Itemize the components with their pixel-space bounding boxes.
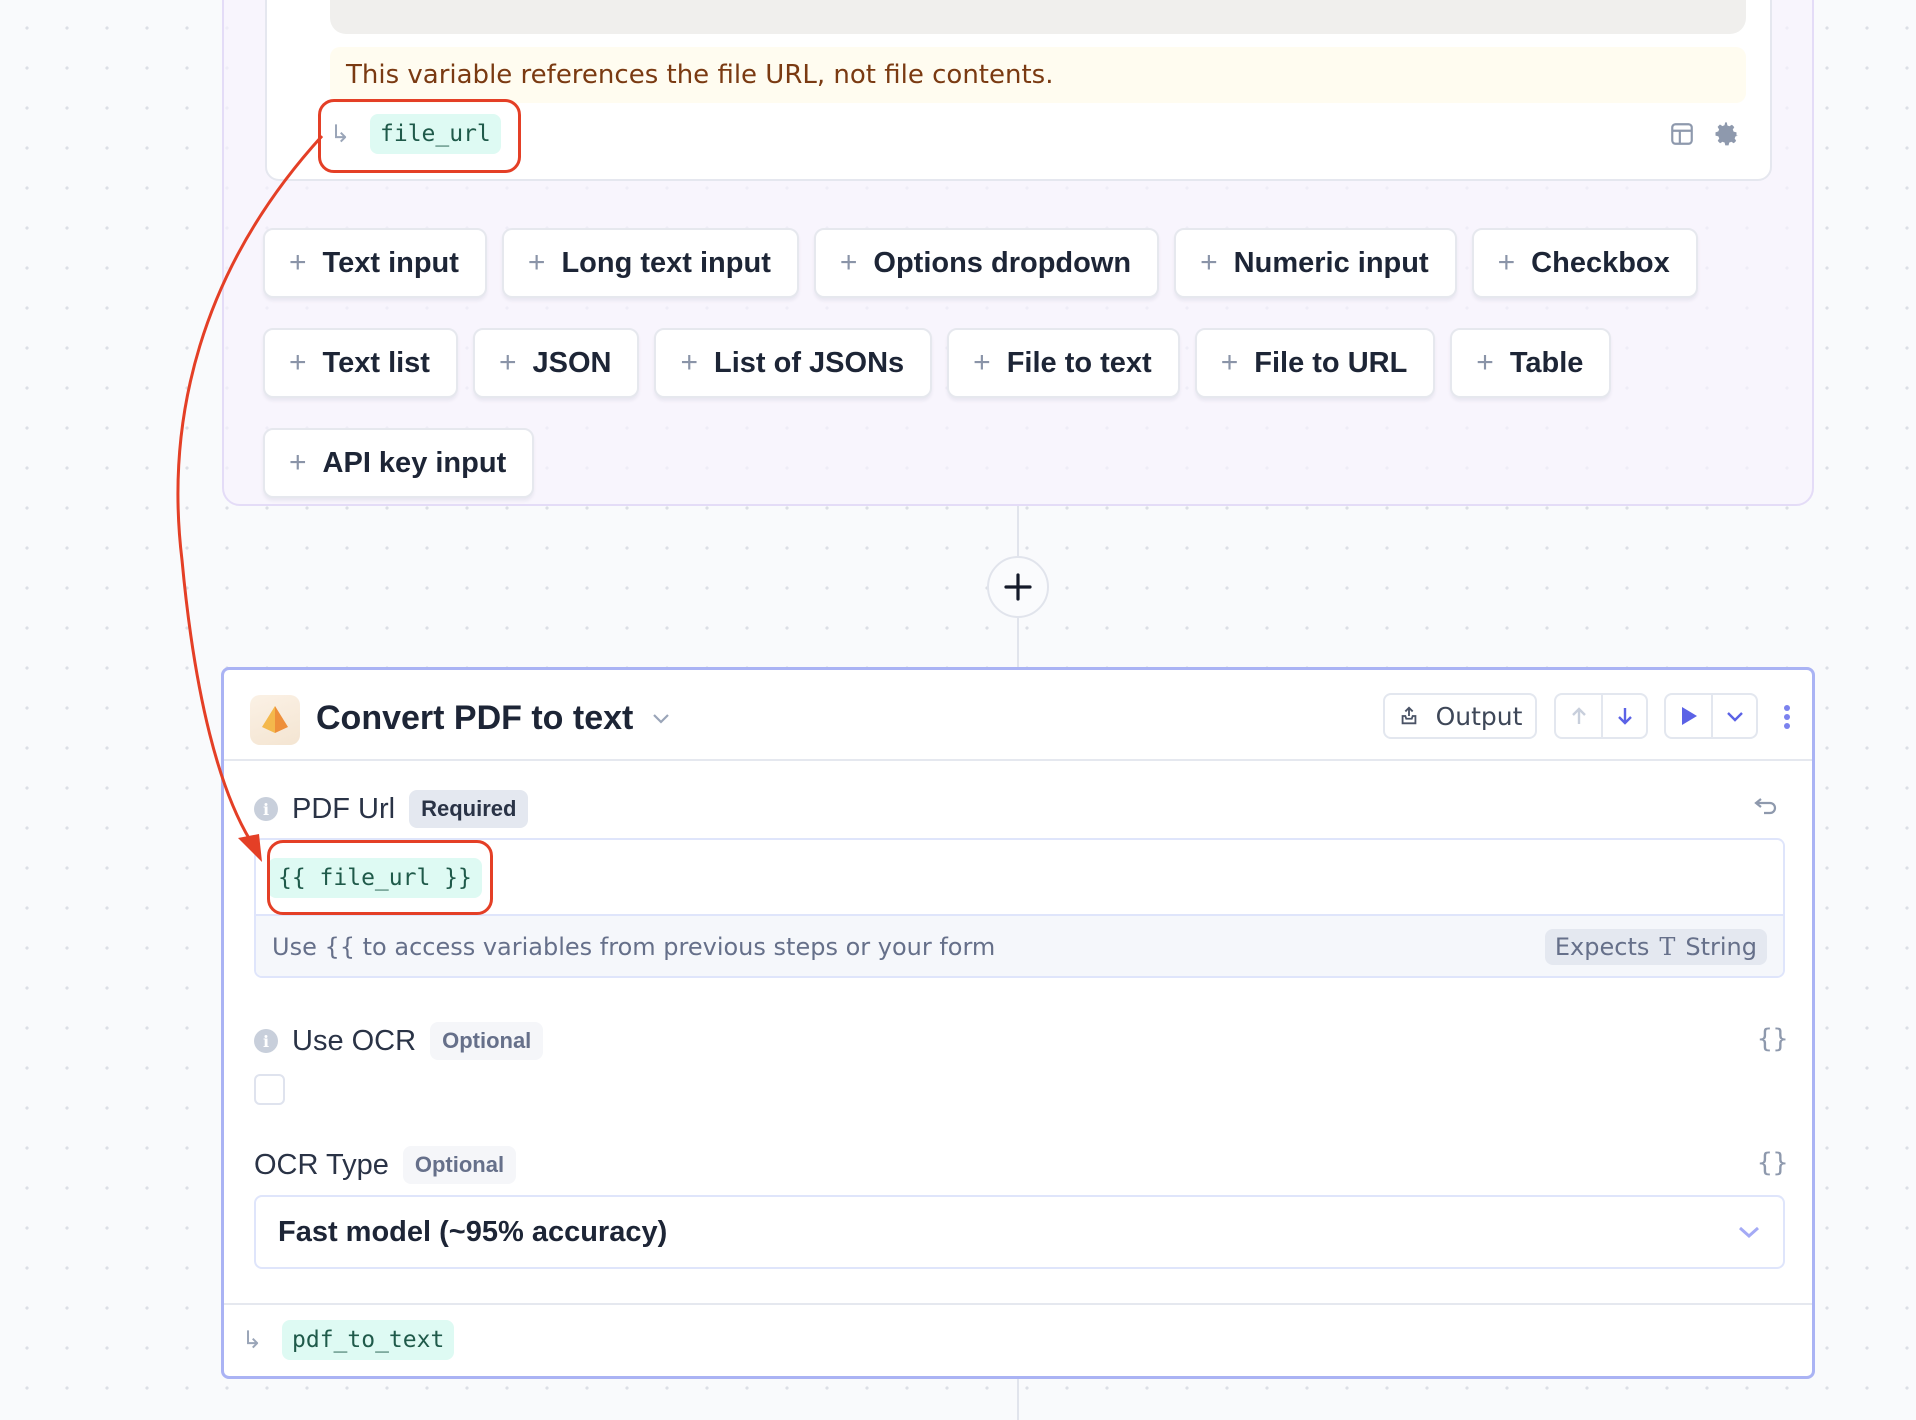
arrow-up-icon xyxy=(1571,707,1586,724)
use-ocr-checkbox[interactable] xyxy=(254,1074,285,1105)
variable-token[interactable]: {{ file_url }} xyxy=(268,858,482,898)
move-down-button[interactable] xyxy=(1601,695,1646,737)
plus-icon: + xyxy=(527,246,546,279)
arrow-down-icon xyxy=(1617,708,1632,725)
step-output-variable: ↳ pdf_to_text xyxy=(242,1320,455,1360)
step-header: Convert PDF to text Output xyxy=(224,670,1812,761)
plus-icon xyxy=(1004,573,1032,601)
pdf-url-hint-bar: Use {{ to access variables from previous… xyxy=(256,916,1783,976)
add-text-input-button[interactable]: + Text input xyxy=(263,228,487,298)
reset-icon[interactable] xyxy=(1752,795,1780,823)
add-file-to-text-button[interactable]: + File to text xyxy=(947,328,1180,398)
add-step-button[interactable] xyxy=(987,556,1049,618)
run-step-button[interactable] xyxy=(1666,695,1711,737)
add-long-text-input-button[interactable]: + Long text input xyxy=(501,228,799,298)
plus-icon: + xyxy=(973,346,991,379)
add-numeric-input-button[interactable]: + Numeric input xyxy=(1174,228,1457,298)
ocr-type-select[interactable]: Fast model (~95% accuracy) xyxy=(254,1195,1785,1269)
plus-icon: + xyxy=(839,246,858,279)
chevron-down-icon[interactable] xyxy=(651,711,671,725)
optional-badge: Optional xyxy=(430,1022,544,1060)
return-arrow-icon: ↳ xyxy=(242,1326,263,1354)
curly-braces-icon[interactable]: {} xyxy=(1757,1148,1788,1178)
file-field-variable: ↳ file_url xyxy=(330,113,501,155)
add-text-list-button[interactable]: + Text list xyxy=(263,328,458,398)
variable-chip[interactable]: file_url xyxy=(370,114,501,154)
plus-icon: + xyxy=(1497,246,1516,279)
return-arrow-icon: ↳ xyxy=(330,120,351,148)
pdf-url-input[interactable]: {{ file_url }} xyxy=(256,840,1783,916)
step-title[interactable]: Convert PDF to text xyxy=(316,694,671,742)
file-upload-preview xyxy=(330,0,1746,34)
plus-icon: + xyxy=(1200,246,1218,279)
add-list-of-jsons-button[interactable]: + List of JSONs xyxy=(654,328,933,398)
flow-connector xyxy=(1017,1379,1019,1420)
text-type-icon: T xyxy=(1659,933,1676,961)
required-badge: Required xyxy=(409,790,529,828)
optional-badge: Optional xyxy=(402,1146,517,1184)
file-url-notice: This variable references the file URL, n… xyxy=(330,47,1746,103)
table-icon[interactable] xyxy=(1668,120,1696,148)
output-variable-chip[interactable]: pdf_to_text xyxy=(282,1320,455,1360)
add-field-buttons: + Text input + Long text input + Options dr… xyxy=(263,228,1713,498)
field-card-actions xyxy=(1668,120,1740,148)
add-table-button[interactable]: + Table xyxy=(1450,328,1612,398)
expects-type-badge: Expects T String xyxy=(1544,929,1767,965)
plus-icon: + xyxy=(289,446,307,479)
ocr-type-label-row: OCR Type Optional xyxy=(254,1146,517,1184)
plus-icon: + xyxy=(289,246,307,279)
info-icon[interactable]: i xyxy=(254,797,278,821)
pdf-url-field: {{ file_url }} Use {{ to access variable… xyxy=(254,838,1785,978)
variable-hint: Use {{ to access variables from previous… xyxy=(272,933,996,961)
plus-icon: + xyxy=(289,346,307,379)
more-options-button[interactable] xyxy=(1772,694,1802,740)
pyramid-icon xyxy=(250,695,300,745)
chevron-down-icon xyxy=(1739,1226,1759,1239)
play-icon xyxy=(1681,707,1697,725)
chevron-down-icon xyxy=(1726,712,1743,722)
plus-icon: + xyxy=(680,346,699,379)
pdf-url-label-row: i PDF Url Required xyxy=(254,790,529,828)
plus-icon: + xyxy=(498,346,517,379)
footer-divider xyxy=(224,1303,1812,1305)
plus-icon: + xyxy=(1220,346,1239,379)
curly-braces-icon[interactable]: {} xyxy=(1757,1024,1788,1054)
convert-pdf-step-card: Convert PDF to text Output i PDF Url Req… xyxy=(221,667,1815,1379)
info-icon[interactable]: i xyxy=(254,1029,278,1053)
run-step-buttons xyxy=(1664,693,1758,739)
add-checkbox-button[interactable]: + Checkbox xyxy=(1471,228,1698,298)
add-file-to-url-button[interactable]: + File to URL xyxy=(1194,328,1436,398)
kebab-menu-icon xyxy=(1784,705,1790,729)
move-step-buttons xyxy=(1554,693,1648,739)
output-button[interactable]: Output xyxy=(1383,693,1537,739)
add-json-button[interactable]: + JSON xyxy=(472,328,640,398)
plus-icon: + xyxy=(1476,346,1494,379)
move-up-button[interactable] xyxy=(1556,695,1601,737)
use-ocr-label-row: i Use OCR Optional xyxy=(254,1022,544,1060)
output-tray-icon xyxy=(1401,706,1416,725)
run-options-button[interactable] xyxy=(1711,695,1756,737)
gear-icon[interactable] xyxy=(1712,120,1740,148)
add-api-key-input-button[interactable]: + API key input xyxy=(263,428,535,498)
add-options-dropdown-button[interactable]: + Options dropdown xyxy=(813,228,1160,298)
